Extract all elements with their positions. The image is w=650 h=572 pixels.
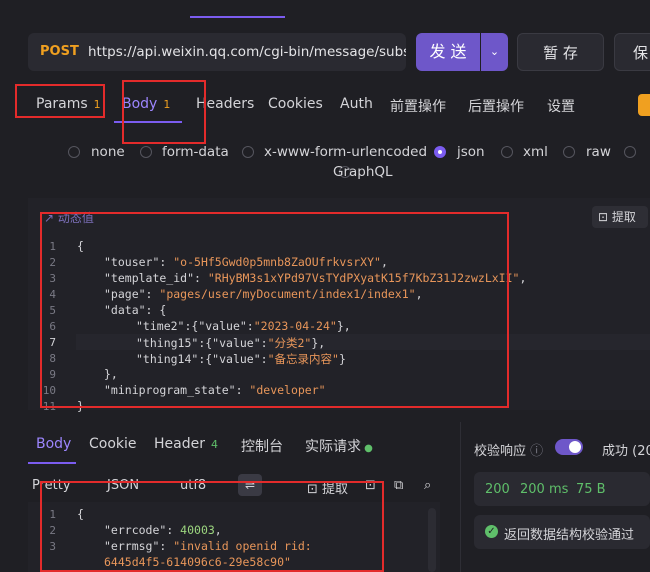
radio-xml[interactable] [501, 146, 513, 158]
help-icon: ⓘ [526, 444, 544, 459]
active-tab-indicator [190, 16, 285, 18]
annotation-box [122, 80, 206, 144]
radio-form-data[interactable] [140, 146, 152, 158]
extract-label: 提取 [611, 210, 636, 224]
radio-raw[interactable] [563, 146, 575, 158]
save-as-button[interactable]: 保 [614, 33, 650, 71]
tab-settings[interactable]: 设置 [547, 96, 575, 116]
check-icon: ✓ [485, 525, 498, 538]
annotation-box [15, 84, 105, 118]
radio-label: GraphQL [333, 164, 393, 180]
tab-pre-processors[interactable]: 前置操作 [390, 96, 446, 116]
radio-binary[interactable] [624, 146, 636, 158]
status-dot-icon: ● [361, 443, 373, 454]
tab-label: Header [154, 436, 205, 452]
extract-icon: ⊡ [598, 210, 612, 224]
validation-result: 成功 (20 [602, 444, 650, 459]
validation-pass-text: 返回数据结构校验通过 [504, 528, 635, 543]
response-tab-cookie[interactable]: Cookie [89, 436, 137, 452]
tab-badge: 4 [210, 438, 218, 451]
search-icon[interactable]: ⌕ [424, 478, 431, 493]
response-tab-console[interactable]: 控制台 [241, 436, 283, 456]
chevron-down-icon: ⌄ [489, 45, 500, 58]
overflow-badge[interactable] [638, 94, 650, 116]
tab-post-processors[interactable]: 后置操作 [468, 96, 524, 116]
http-method[interactable]: POST [40, 44, 79, 59]
radio-json[interactable] [434, 146, 446, 158]
response-tab-header[interactable]: Header 4 [154, 436, 218, 452]
url-input[interactable]: https://api.weixin.qq.com/cgi-bin/messag… [88, 44, 406, 60]
radio-label: none [91, 144, 125, 160]
save-button[interactable]: 暂 存 [517, 33, 604, 71]
radio-label: xml [523, 144, 548, 160]
annotation-box [40, 212, 509, 408]
scrollbar[interactable] [428, 508, 436, 572]
top-bar [0, 0, 650, 18]
response-time: 200 ms [520, 482, 569, 497]
radio-label: x-www-form-urlencoded [264, 144, 428, 160]
radio-label: json [457, 144, 485, 160]
response-tab-actual-request[interactable]: 实际请求 ● [305, 436, 373, 456]
validation-label: 校验响应 ⓘ [474, 444, 544, 459]
response-tab-body[interactable]: Body [36, 436, 71, 452]
extract-button[interactable]: ⊡ 提取 [592, 206, 648, 228]
radio-urlencoded[interactable] [242, 146, 254, 158]
status-code: 200 [485, 482, 510, 497]
send-dropdown-button[interactable]: ⌄ [481, 33, 508, 71]
radio-label: raw [586, 144, 611, 160]
active-tab-indicator [28, 462, 76, 464]
annotation-box [40, 481, 384, 572]
radio-label: form-data [162, 144, 229, 160]
tab-cookies[interactable]: Cookies [268, 96, 323, 112]
validation-toggle[interactable] [555, 439, 583, 455]
response-size: 75 B [576, 482, 606, 497]
send-button[interactable]: 发 送 [416, 33, 480, 71]
tab-auth[interactable]: Auth [340, 96, 373, 112]
tab-label: 实际请求 [305, 439, 361, 455]
copy-icon[interactable]: ⧉ [394, 478, 403, 493]
radio-none[interactable] [68, 146, 80, 158]
